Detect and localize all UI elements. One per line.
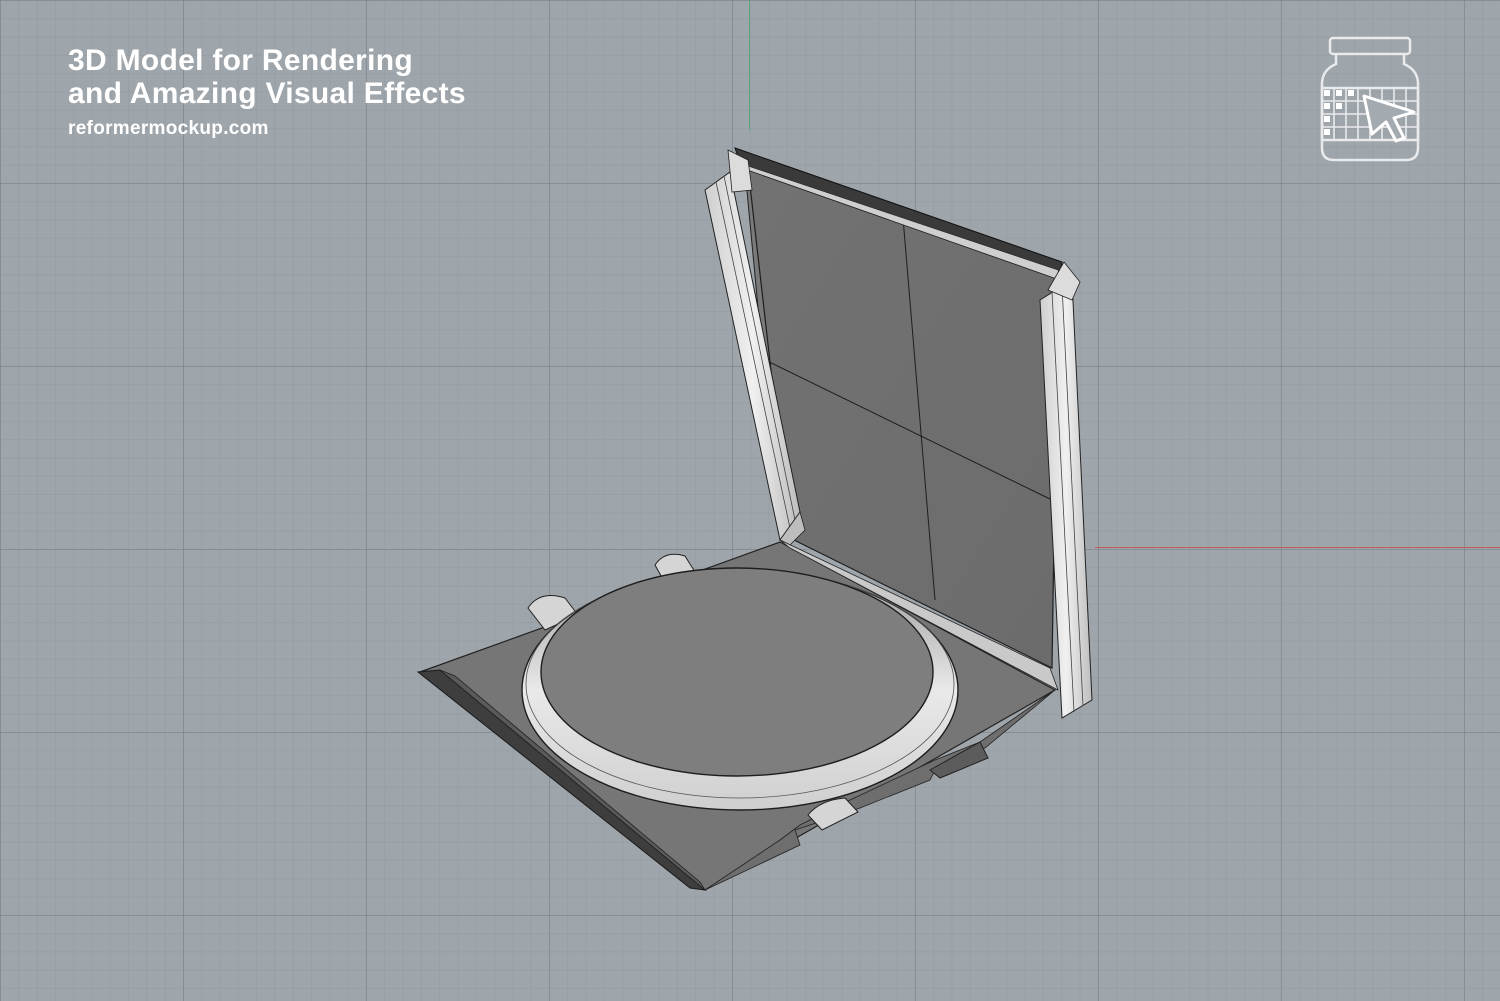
viewport-grid[interactable]: 3D Model for Rendering and Amazing Visua… [0,0,1500,1001]
pizza-box-model[interactable] [0,0,1500,1001]
pizza-top [540,567,934,777]
